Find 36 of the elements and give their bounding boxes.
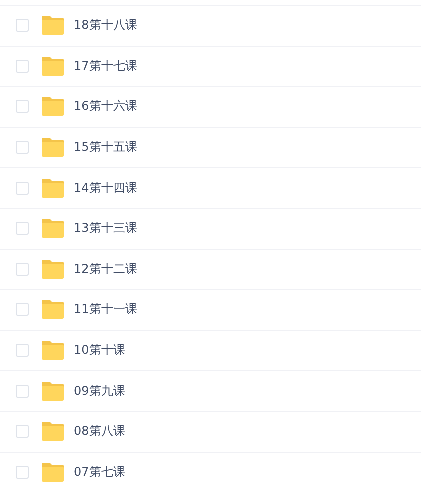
folder-name[interactable]: 17第十七课	[74, 58, 138, 75]
folder-name[interactable]: 07第七课	[74, 464, 126, 481]
folder-name[interactable]: 16第十六课	[74, 98, 138, 116]
checkbox[interactable]	[16, 344, 29, 358]
folder-name[interactable]: 09第九课	[74, 382, 126, 400]
folder-name[interactable]: 18第十八课	[74, 17, 138, 34]
folder-icon	[41, 340, 65, 362]
folder-icon	[41, 96, 65, 118]
checkbox[interactable]	[16, 303, 29, 316]
folder-icon	[41, 462, 65, 483]
folder-icon	[41, 178, 65, 199]
folder-name[interactable]: 13第十三课	[74, 220, 138, 238]
folder-name[interactable]: 12第十二课	[74, 260, 138, 278]
checkbox[interactable]	[16, 60, 29, 73]
folder-icon	[41, 218, 65, 240]
folder-name[interactable]: 08第八课	[74, 423, 126, 440]
checkbox[interactable]	[16, 141, 29, 154]
checkbox[interactable]	[16, 19, 29, 32]
folder-icon	[41, 137, 65, 158]
folder-name[interactable]: 14第十四课	[74, 180, 138, 197]
folder-name[interactable]: 15第十五课	[74, 139, 138, 156]
checkbox[interactable]	[16, 262, 29, 276]
folder-icon	[41, 258, 65, 280]
checkbox[interactable]	[16, 222, 29, 236]
folder-icon	[41, 421, 65, 442]
folder-name[interactable]: 11第十一课	[74, 301, 138, 318]
checkbox[interactable]	[16, 182, 29, 195]
checkbox[interactable]	[16, 100, 29, 114]
folder-name[interactable]: 10第十课	[74, 342, 126, 360]
checkbox[interactable]	[16, 425, 29, 438]
folder-icon	[41, 299, 65, 320]
checkbox[interactable]	[16, 384, 29, 398]
checkbox[interactable]	[16, 466, 29, 479]
folder-icon	[41, 56, 65, 77]
folder-icon	[41, 380, 65, 402]
folder-icon	[41, 15, 65, 36]
